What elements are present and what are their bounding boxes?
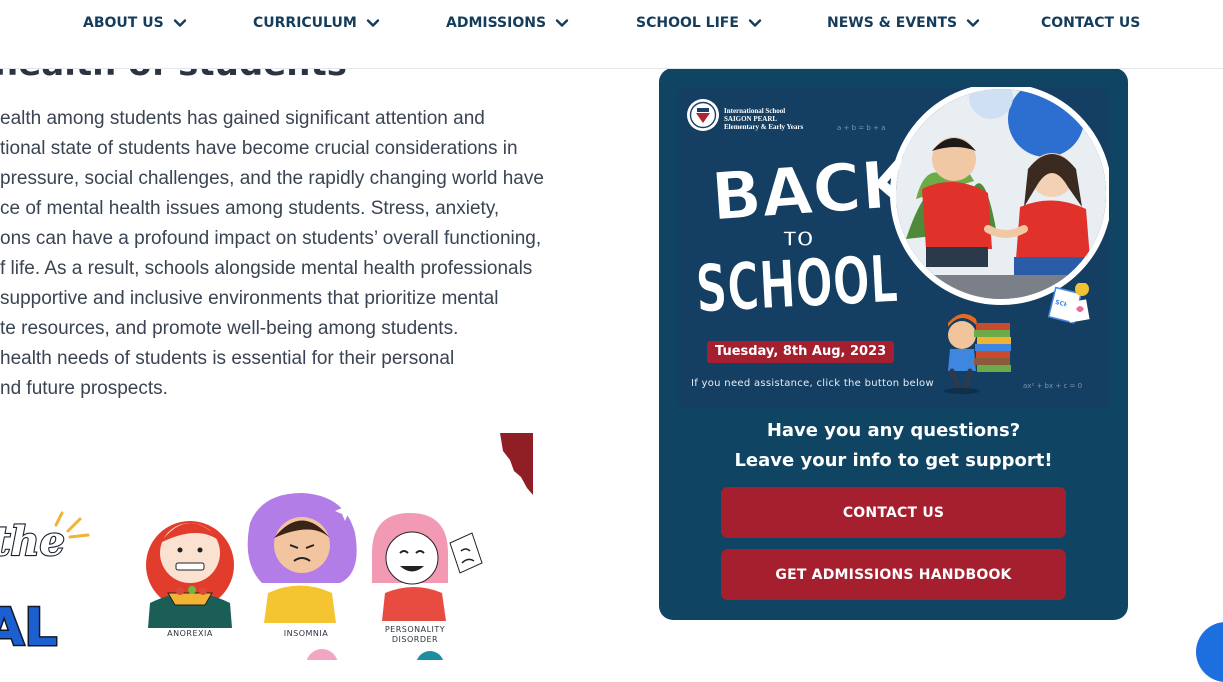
paragraph-line: ons can have a profound impact on studen…: [0, 228, 542, 249]
paragraph-line: ealth among students has gained signific…: [0, 108, 485, 129]
paragraph-line: f life. As a result, schools alongside m…: [0, 258, 533, 279]
illustration-caption: PERSONALITY DISORDER: [384, 625, 446, 644]
nav-item-contact-us[interactable]: CONTACT US: [1041, 12, 1140, 34]
event-date-badge: Tuesday, 8th Aug, 2023: [707, 341, 895, 363]
paragraph-line: supportive and inclusive environments th…: [0, 288, 499, 309]
illustration-art: the AL: [0, 433, 533, 660]
back-to-school-banner[interactable]: International School SAIGON PEARL Elemen…: [677, 87, 1109, 409]
nav-item-admissions[interactable]: ADMISSIONS: [446, 12, 569, 34]
math-note: ax² + bx + c = 0: [1023, 382, 1083, 390]
books-cartoon: SCHOOL: [944, 283, 1090, 394]
illustration-caption: INSOMNIA: [283, 629, 329, 638]
headline-school: SCHOOL: [695, 241, 900, 327]
nav-label: NEWS & EVENTS: [827, 15, 958, 31]
chevron-down-icon: [173, 16, 187, 30]
contact-us-button[interactable]: CONTACT US: [721, 487, 1066, 538]
insomnia-figure: [247, 493, 357, 623]
back-to-school-headline: BACK TO SCHOOL: [695, 152, 903, 327]
chat-widget-button[interactable]: [1196, 622, 1223, 682]
personality-disorder-figure: [372, 513, 483, 621]
mental-health-illustration: the AL: [0, 433, 533, 660]
paragraph-line: pressure, social challenges, and the rap…: [0, 168, 544, 189]
illustration-caption: ANOREXIA: [167, 629, 213, 638]
promo-card: International School SAIGON PEARL Elemen…: [659, 68, 1128, 620]
chevron-down-icon: [748, 16, 762, 30]
school-name: International School SAIGON PEARL Elemen…: [724, 107, 834, 131]
nav-label: ABOUT US: [83, 15, 164, 31]
promo-subquestion: Leave your info to get support!: [734, 450, 1053, 471]
school-crest-icon: [687, 99, 719, 131]
illustration-title-text: AL: [0, 598, 57, 658]
chevron-down-icon: [555, 16, 569, 30]
chevron-down-icon: [366, 16, 380, 30]
nav-label: SCHOOL LIFE: [636, 15, 739, 31]
paragraph-line: tional state of students have become cru…: [0, 138, 518, 159]
nav-item-about-us[interactable]: ABOUT US: [83, 12, 187, 34]
top-navigation: ABOUT US CURRICULUM ADMISSIONS SCHOOL LI…: [0, 0, 1223, 69]
math-note: a + b = b + a: [837, 124, 886, 132]
chevron-down-icon: [966, 16, 980, 30]
school-name-line: International School: [724, 107, 786, 115]
assistance-note: If you need assistance, click the button…: [691, 378, 934, 389]
nav-label: ADMISSIONS: [446, 15, 547, 31]
school-name-line: Elementary & Early Years: [724, 123, 804, 131]
headline-back: BACK: [709, 152, 903, 236]
students-photo: [890, 87, 1109, 305]
nav-label: CURRICULUM: [253, 15, 357, 31]
paragraph-line: te resources, and promote well-being amo…: [0, 318, 459, 339]
anorexia-figure: [146, 521, 234, 628]
paragraph-line: nd future prospects.: [0, 378, 168, 399]
nav-label: CONTACT US: [1041, 15, 1141, 31]
nav-item-curriculum[interactable]: CURRICULUM: [253, 12, 380, 34]
promo-question: Have you any questions?: [766, 420, 1021, 441]
school-name-line: SAIGON PEARL: [724, 115, 778, 123]
admissions-handbook-button[interactable]: GET ADMISSIONS HANDBOOK: [721, 549, 1066, 600]
nav-item-school-life[interactable]: SCHOOL LIFE: [636, 12, 762, 34]
nav-item-news-events[interactable]: NEWS & EVENTS: [827, 12, 980, 34]
paragraph-line: health needs of students is essential fo…: [0, 348, 455, 369]
paragraph-line: ce of mental health issues among student…: [0, 198, 500, 219]
